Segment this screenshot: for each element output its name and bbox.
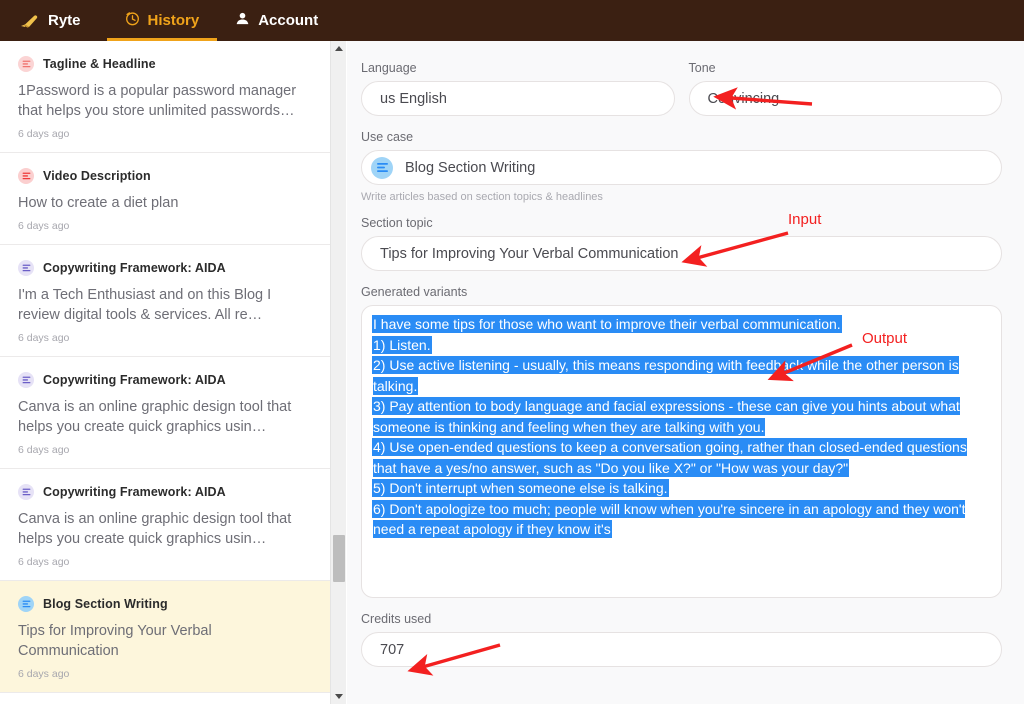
- history-item-timestamp: 6 days ago: [18, 220, 312, 232]
- paragraph-lines-icon: [371, 157, 393, 179]
- selected-text: 5) Don't interrupt when someone else is …: [373, 480, 668, 496]
- selected-text: 3) Pay attention to body language and fa…: [373, 398, 960, 435]
- credits-used-label: Credits used: [361, 612, 1002, 626]
- history-item-header: Tagline & Headline: [18, 56, 312, 72]
- use-case-input[interactable]: Blog Section Writing: [361, 150, 1002, 185]
- use-case-helper-text: Write articles based on section topics &…: [361, 191, 1002, 203]
- history-list-item[interactable]: Copywriting Framework: AIDA Canva is an o…: [0, 469, 330, 581]
- tone-input[interactable]: Convincing: [689, 81, 1003, 116]
- top-navigation-bar: Ryte History Account: [0, 0, 1024, 41]
- credits-used-input[interactable]: 707: [361, 632, 1002, 667]
- history-item-timestamp: 6 days ago: [18, 332, 312, 344]
- history-item-header: Blog Section Writing: [18, 596, 312, 612]
- selected-text: 6) Don't apologize too much; people will…: [373, 501, 965, 538]
- section-topic-label: Section topic: [361, 216, 1002, 230]
- history-item-timestamp: 6 days ago: [18, 444, 312, 456]
- aida-badge-icon: [18, 260, 34, 276]
- clock-icon: [125, 11, 140, 30]
- history-item-preview-text: 1Password is a popular password manager …: [18, 81, 312, 121]
- section-topic-field-group: Section topic Tips for Improving Your Ve…: [361, 216, 1002, 271]
- use-case-field-group: Use case Blog Section Writing Write arti…: [361, 130, 1002, 203]
- nav-item-label: Account: [258, 12, 318, 29]
- history-item-header: Copywriting Framework: AIDA: [18, 372, 312, 388]
- nav-item-label: History: [148, 12, 200, 29]
- variant-line: 2) Use active listening - usually, this …: [373, 355, 990, 396]
- nav-item-account[interactable]: Account: [217, 0, 336, 41]
- generated-variants-text: I have some tips for those who want to i…: [373, 314, 990, 540]
- history-list-item[interactable]: Tagline & Headline 1Password is a popular…: [0, 41, 330, 153]
- variant-line: 5) Don't interrupt when someone else is …: [373, 478, 990, 499]
- credits-used-field-group: Credits used 707: [361, 612, 1002, 667]
- history-item-preview-text: Canva is an online graphic design tool t…: [18, 397, 312, 437]
- person-icon: [235, 11, 250, 30]
- selected-text: 4) Use open-ended questions to keep a co…: [373, 439, 967, 476]
- history-item-title: Video Description: [43, 169, 151, 183]
- sidebar-scrollbar[interactable]: [330, 41, 346, 704]
- history-item-preview-text: Canva is an online graphic design tool t…: [18, 509, 312, 549]
- language-field-group: Language us English: [361, 61, 675, 116]
- history-item-preview-text: How to create a diet plan: [18, 193, 312, 213]
- history-list-item[interactable]: Copywriting Framework: AIDA Canva is an o…: [0, 357, 330, 469]
- language-label: Language: [361, 61, 675, 75]
- input-annotation: Input: [788, 211, 821, 228]
- history-list-item[interactable]: Blog Section Writing Tips for Improving Y…: [0, 581, 330, 693]
- scroll-down-arrow-icon[interactable]: [331, 689, 347, 704]
- variant-line: 6) Don't apologize too much; people will…: [373, 499, 990, 540]
- generated-variants-output[interactable]: I have some tips for those who want to i…: [361, 305, 1002, 598]
- history-item-timestamp: 6 days ago: [18, 128, 312, 140]
- history-item-title: Blog Section Writing: [43, 597, 168, 611]
- history-list-item[interactable]: Copywriting Framework: AIDA I'm a Tech En…: [0, 245, 330, 357]
- output-annotation: Output: [862, 330, 907, 347]
- nav-item-label: Ryte: [48, 12, 81, 29]
- history-item-preview-text: Tips for Improving Your Verbal Communica…: [18, 621, 312, 661]
- use-case-label: Use case: [361, 130, 1002, 144]
- history-item-title: Copywriting Framework: AIDA: [43, 373, 226, 387]
- generated-variants-label: Generated variants: [361, 285, 1002, 299]
- blog-section-badge-icon: [18, 596, 34, 612]
- history-list-item[interactable]: Video Description How to create a diet pl…: [0, 153, 330, 245]
- nav-item-history[interactable]: History: [107, 0, 218, 41]
- history-item-title: Copywriting Framework: AIDA: [43, 485, 226, 499]
- history-item-preview-text: I'm a Tech Enthusiast and on this Blog I…: [18, 285, 312, 325]
- scrollbar-thumb[interactable]: [333, 535, 345, 582]
- generation-detail-panel: Language us English Tone Convincing Use …: [347, 41, 1024, 704]
- aida-badge-icon: [18, 372, 34, 388]
- pen-logo-icon: [20, 13, 40, 29]
- history-item-timestamp: 6 days ago: [18, 556, 312, 568]
- history-item-header: Copywriting Framework: AIDA: [18, 260, 312, 276]
- selected-text: I have some tips for those who want to i…: [373, 316, 841, 332]
- history-list-sidebar[interactable]: Tagline & Headline 1Password is a popular…: [0, 41, 330, 704]
- scroll-up-arrow-icon[interactable]: [331, 41, 347, 56]
- video-badge-icon: [18, 168, 34, 184]
- tone-label: Tone: [689, 61, 1003, 75]
- nav-item-ryte-brand[interactable]: Ryte: [0, 0, 107, 41]
- history-item-header: Video Description: [18, 168, 312, 184]
- selected-text: 1) Listen.: [373, 337, 431, 353]
- variant-line: 3) Pay attention to body language and fa…: [373, 396, 990, 437]
- section-topic-input[interactable]: Tips for Improving Your Verbal Communica…: [361, 236, 1002, 271]
- selected-text: 2) Use active listening - usually, this …: [373, 357, 959, 394]
- history-item-timestamp: 6 days ago: [18, 668, 312, 680]
- use-case-value: Blog Section Writing: [405, 160, 535, 176]
- history-item-title: Tagline & Headline: [43, 57, 156, 71]
- variant-line: 4) Use open-ended questions to keep a co…: [373, 437, 990, 478]
- history-item-header: Copywriting Framework: AIDA: [18, 484, 312, 500]
- history-item-title: Copywriting Framework: AIDA: [43, 261, 226, 275]
- tagline-badge-icon: [18, 56, 34, 72]
- tone-field-group: Tone Convincing: [689, 61, 1003, 116]
- language-input[interactable]: us English: [361, 81, 675, 116]
- aida-badge-icon: [18, 484, 34, 500]
